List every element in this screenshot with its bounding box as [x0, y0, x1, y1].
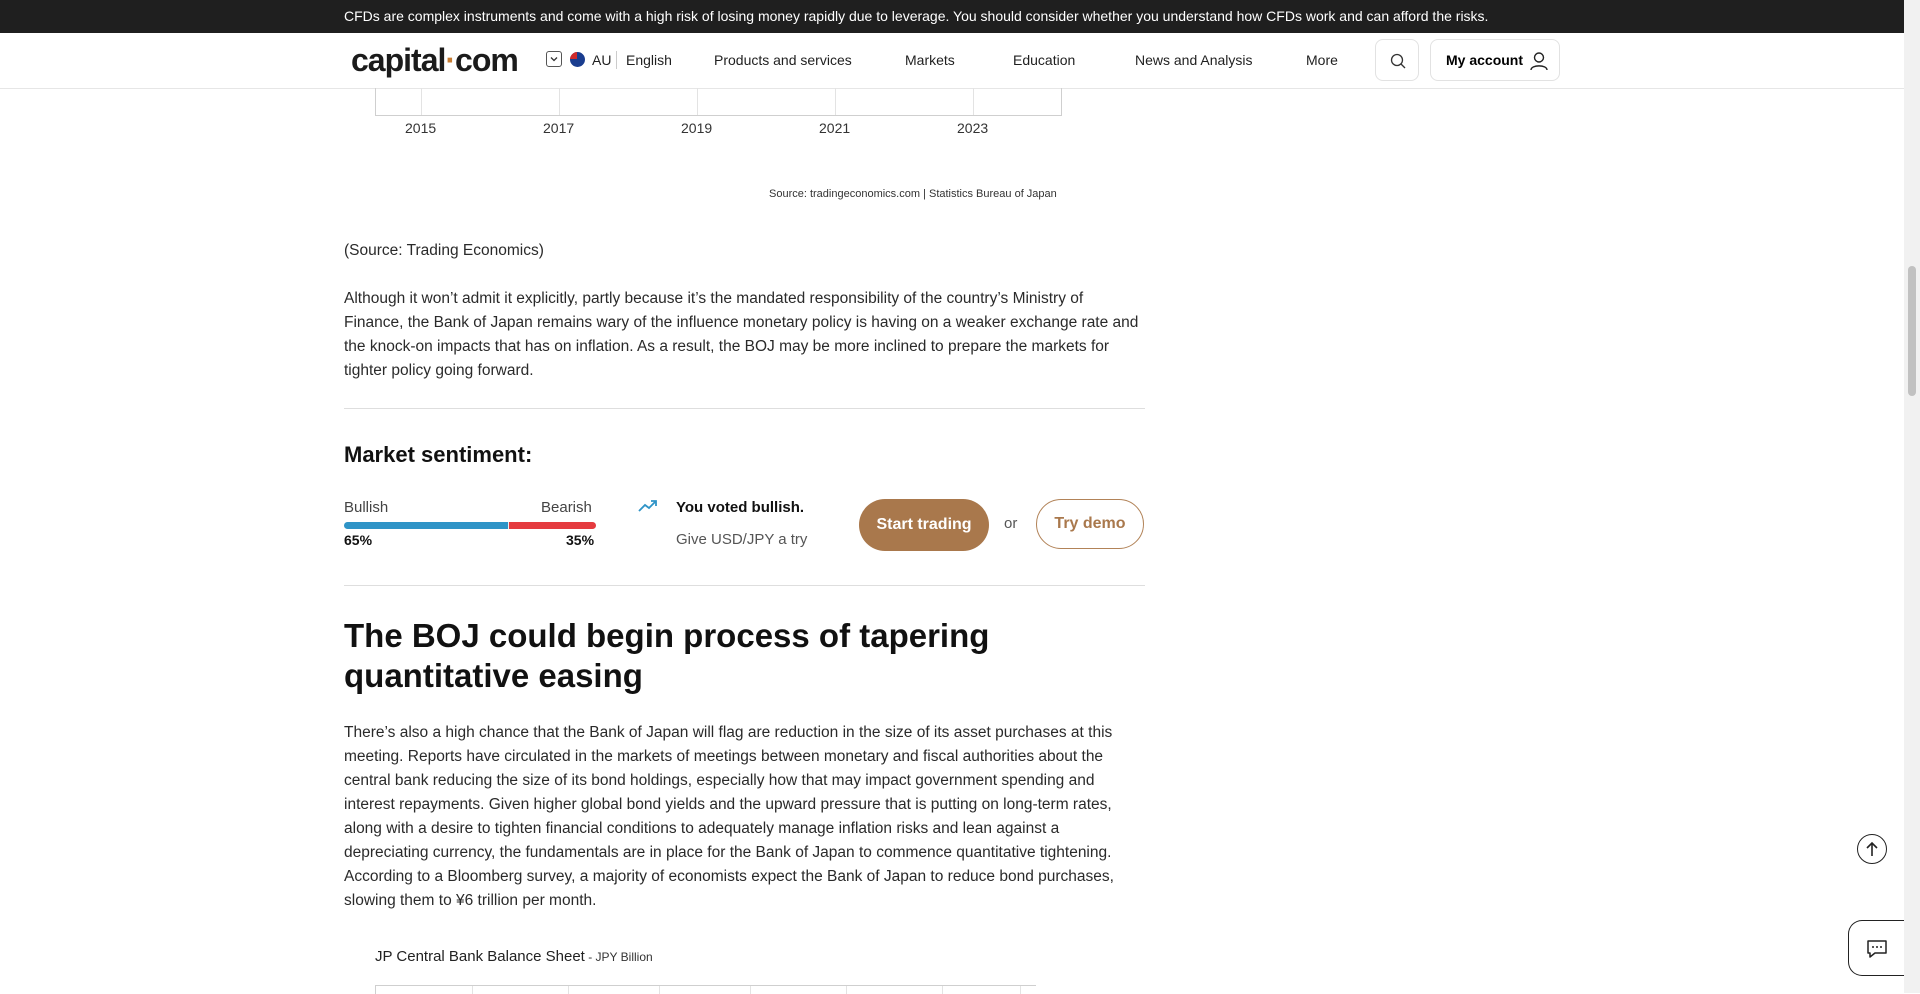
nav-markets[interactable]: Markets — [905, 52, 955, 68]
try-demo-button[interactable]: Try demo — [1036, 499, 1144, 549]
nav-products-and-services[interactable]: Products and services — [714, 52, 852, 68]
sentiment-bar — [344, 522, 596, 529]
bearish-fill — [509, 522, 596, 529]
back-to-top-button[interactable] — [1857, 834, 1887, 864]
logo-text: capital — [351, 42, 446, 78]
bullish-label: Bullish — [344, 499, 389, 516]
capital-com-logo[interactable]: capital·com — [351, 42, 519, 79]
live-chat-button[interactable] — [1848, 920, 1904, 976]
x-tick-label: 2015 — [405, 120, 437, 136]
nav-education[interactable]: Education — [1013, 52, 1075, 68]
chart-title-unit: - JPY Billion — [584, 950, 653, 964]
my-account-button[interactable]: My account — [1430, 39, 1560, 81]
chart-source: Source: tradingeconomics.com | Statistic… — [769, 188, 1057, 200]
chat-icon — [1867, 940, 1887, 958]
logo-text-tail: com — [455, 42, 519, 78]
article-paragraph: Although it won’t admit it explicitly, p… — [344, 290, 1139, 379]
give-try-text: Give USD/JPY a try — [676, 531, 808, 548]
arrow-up-icon — [1866, 841, 1878, 856]
chart-gridline — [559, 88, 560, 115]
source-note: (Source: Trading Economics) — [344, 242, 544, 259]
chart-gridline — [835, 88, 836, 115]
header-divider — [616, 51, 617, 69]
voted-text: You voted bullish. — [676, 499, 805, 516]
nav-more[interactable]: More — [1306, 52, 1338, 68]
language-selector[interactable]: English — [626, 52, 672, 68]
chevron-down-icon — [550, 57, 558, 62]
nav-news-and-analysis[interactable]: News and Analysis — [1135, 52, 1253, 68]
cpi-chart-bottom — [375, 88, 1075, 118]
risk-warning-text: CFDs are complex instruments and come wi… — [344, 8, 1489, 24]
divider — [344, 585, 1145, 586]
region-code[interactable]: AU — [592, 52, 611, 68]
bullish-fill — [344, 522, 508, 529]
chart-gridline — [973, 88, 974, 115]
chart-gridline — [697, 88, 698, 115]
chart-gridline — [421, 88, 422, 115]
site-header: capital·com AU English Products and serv… — [0, 33, 1904, 89]
chart-right-border — [1061, 88, 1062, 115]
bullish-percent: 65% — [344, 532, 373, 548]
x-tick-label: 2017 — [543, 120, 575, 136]
logo-dot: · — [445, 42, 456, 78]
search-icon — [1390, 53, 1406, 69]
or-text: or — [1004, 515, 1018, 532]
bearish-label: Bearish — [541, 499, 592, 516]
divider — [344, 408, 1145, 409]
chart-title: JP Central Bank Balance Sheet - JPY Bill… — [375, 948, 653, 965]
user-icon — [1530, 52, 1548, 71]
x-tick-label: 2021 — [819, 120, 851, 136]
market-sentiment-title: Market sentiment: — [344, 442, 533, 467]
search-button[interactable] — [1375, 39, 1419, 81]
chart-title-text: JP Central Bank Balance Sheet — [375, 948, 585, 965]
page-scrollbar[interactable] — [1904, 0, 1920, 993]
trending-up-icon — [638, 500, 657, 512]
scrollbar-thumb[interactable] — [1908, 266, 1916, 396]
section-heading: The BOJ could begin process of tapering … — [344, 617, 990, 694]
chart-frame — [375, 88, 1062, 116]
region-dropdown-toggle[interactable] — [546, 51, 562, 67]
x-tick-label: 2019 — [681, 120, 713, 136]
article-paragraph: There’s also a high chance that the Bank… — [344, 724, 1114, 909]
risk-warning-bar: CFDs are complex instruments and come wi… — [0, 0, 1904, 33]
my-account-label: My account — [1446, 52, 1524, 68]
bearish-percent: 35% — [566, 532, 595, 548]
start-trading-button[interactable]: Start trading — [859, 499, 989, 551]
x-tick-label: 2023 — [957, 120, 989, 136]
australia-flag-icon — [570, 52, 585, 67]
